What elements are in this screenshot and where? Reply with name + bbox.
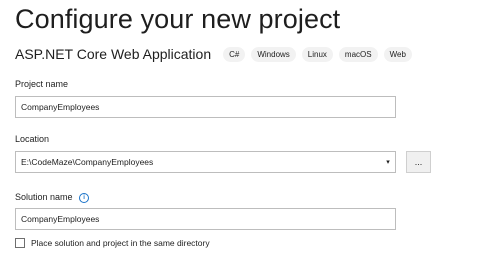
tag-platform-linux: Linux [301,46,333,62]
tag-language: C# [223,46,246,62]
project-type-row: ASP.NET Core Web Application C# Windows … [15,46,412,62]
solution-name-label: Solution name [15,192,73,202]
project-name-field[interactable]: CompanyEmployees [15,96,396,118]
location-combobox[interactable]: E:\CodeMaze\CompanyEmployees ▾ [15,151,396,173]
solution-name-label-row: Solution name i [15,192,90,203]
solution-name-field[interactable]: CompanyEmployees [15,208,396,230]
browse-button[interactable]: ... [406,151,431,173]
tag-platform-macos: macOS [338,46,378,62]
same-directory-row[interactable]: Place solution and project in the same d… [15,238,210,248]
tag-platform-windows: Windows [251,46,296,62]
same-directory-label[interactable]: Place solution and project in the same d… [31,238,210,248]
location-label: Location [15,134,50,144]
project-name-label: Project name [15,79,69,89]
same-directory-checkbox[interactable] [15,238,25,248]
page-title: Configure your new project [15,4,341,34]
location-value: E:\CodeMaze\CompanyEmployees [21,157,154,167]
chevron-down-icon[interactable]: ▾ [381,152,395,172]
info-icon[interactable]: i [79,192,90,203]
tag-project-web: Web [383,46,412,62]
solution-name-value: CompanyEmployees [21,214,100,224]
project-name-value: CompanyEmployees [21,102,100,112]
project-type-label: ASP.NET Core Web Application [15,46,212,62]
